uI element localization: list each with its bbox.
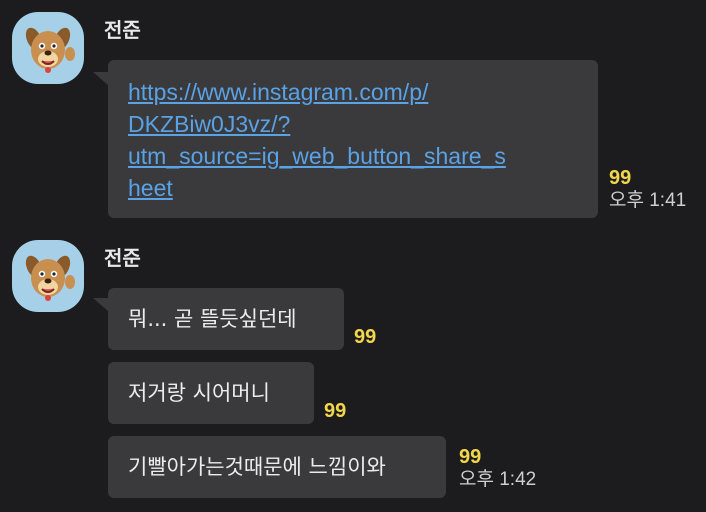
unread-count: 99 [459,446,482,468]
unread-count: 99 [354,326,377,348]
message-meta: 99 오후 1:41 [609,167,686,213]
unread-count: 99 [324,400,347,422]
sender-avatar[interactable] [12,240,84,312]
bubble-tail [93,72,109,86]
sender-name: 전준 [104,18,141,42]
message-text: 저거랑 시어머니 [128,381,270,405]
unread-count: 99 [609,167,632,189]
link-message-bubble[interactable]: https://www.instagram.com/p/ DKZBiw0J3vz… [108,60,598,218]
sender-name: 전준 [104,246,141,270]
timestamp: 오후 1:42 [459,469,537,490]
timestamp: 오후 1:41 [609,190,687,211]
text-message-bubble[interactable]: 저거랑 시어머니 [108,362,314,424]
sender-avatar[interactable] [12,12,84,84]
bubble-tail [93,298,109,312]
dog-character-icon [25,27,75,73]
text-message-bubble[interactable]: 기빨아가는것때문에 느낌이와 [108,436,446,498]
message-meta: 99 오후 1:42 [459,446,536,492]
message-text: 뭐... 곧 뜰듯싶던데 [128,307,297,331]
text-message-bubble[interactable]: 뭐... 곧 뜰듯싶던데 [108,288,344,350]
message-meta: 99 [324,400,346,422]
message-meta: 99 [354,326,376,348]
shared-link[interactable]: https://www.instagram.com/p/ DKZBiw0J3vz… [128,79,506,201]
dog-character-icon [25,255,75,301]
message-text: 기빨아가는것때문에 느낌이와 [128,455,386,479]
